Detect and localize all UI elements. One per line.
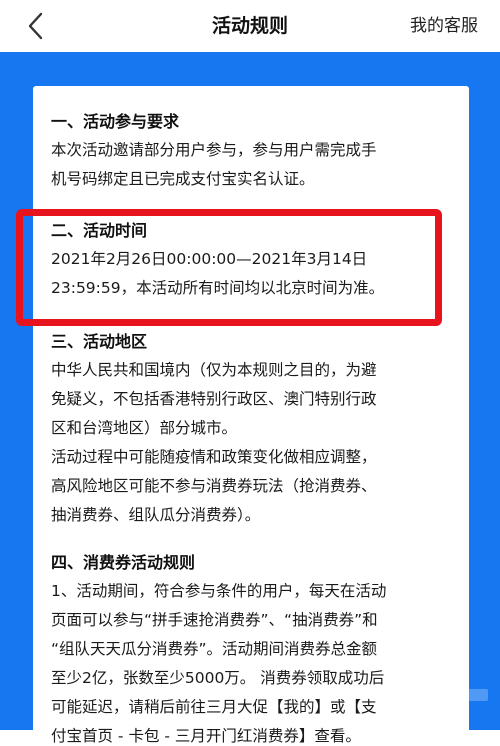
my-customer-service-button[interactable]: 我的客服 — [410, 0, 478, 52]
text-line: 活动过程中可能随疫情和政策变化做相应调整， — [51, 448, 377, 466]
text-line: 2021年2月26日00:00:00—2021年3月14日 — [51, 250, 368, 268]
text-line: 高风险地区可能不参与消费券玩法（抢消费券、 — [51, 477, 377, 495]
rules-section-participation: 一、活动参与要求 本次活动邀请部分用户参与，参与用户需完成手 机号码绑定且已完成… — [51, 108, 457, 194]
section-title: 一、活动参与要求 — [51, 112, 180, 131]
text-line: 区和台湾地区）部分城市。 — [51, 419, 238, 437]
rules-card[interactable]: 一、活动参与要求 本次活动邀请部分用户参与，参与用户需完成手 机号码绑定且已完成… — [33, 86, 469, 746]
text-line: 1、活动期间，符合参与条件的用户，每天在活动 — [51, 582, 387, 600]
text-line: 付宝首页 - 卡包 - 三月开门红消费券】查看。 — [51, 727, 361, 745]
watermark-logo — [384, 683, 488, 707]
section-body: 中华人民共和国境内（仅为本规则之目的，为避 免疑义，不包括香港特别行政区、澳门特… — [51, 356, 457, 530]
section-title: 四、消费券活动规则 — [51, 553, 196, 572]
section-body: 1、活动期间，符合参与条件的用户，每天在活动 页面可以参与“拼手速抢消费券”、“… — [51, 577, 457, 746]
section-body: 本次活动邀请部分用户参与，参与用户需完成手 机号码绑定且已完成支付宝实名认证。 — [51, 136, 457, 194]
rules-section-region: 三、活动地区 中华人民共和国境内（仅为本规则之目的，为避 免疑义，不包括香港特别… — [51, 328, 457, 530]
text-line: 23:59:59，本活动所有时间均以北京时间为准。 — [51, 279, 385, 297]
text-line: 中华人民共和国境内（仅为本规则之目的，为避 — [51, 361, 377, 379]
section-body: 2021年2月26日00:00:00—2021年3月14日 23:59:59，本… — [51, 245, 457, 303]
text-line: 机号码绑定且已完成支付宝实名认证。 — [51, 170, 315, 188]
top-navigation-bar: 活动规则 我的客服 — [0, 0, 500, 52]
text-line: 本次活动邀请部分用户参与，参与用户需完成手 — [51, 141, 377, 159]
text-line: “组队天天瓜分消费券”。活动期间消费券总金额 — [51, 640, 378, 658]
section-title: 二、活动时间 — [51, 221, 148, 240]
rules-section-coupon: 四、消费券活动规则 1、活动期间，符合参与条件的用户，每天在活动 页面可以参与“… — [51, 549, 457, 746]
rules-section-time: 二、活动时间 2021年2月26日00:00:00—2021年3月14日 23:… — [51, 217, 457, 303]
text-line: 页面可以参与“拼手速抢消费券”、“抽消费券”和 — [51, 611, 378, 629]
section-title: 三、活动地区 — [51, 332, 148, 351]
text-line: 免疑义，不包括香港特别行政区、澳门特别行政 — [51, 390, 377, 408]
text-line: 抽消费券、组队瓜分消费券）。 — [51, 506, 261, 524]
